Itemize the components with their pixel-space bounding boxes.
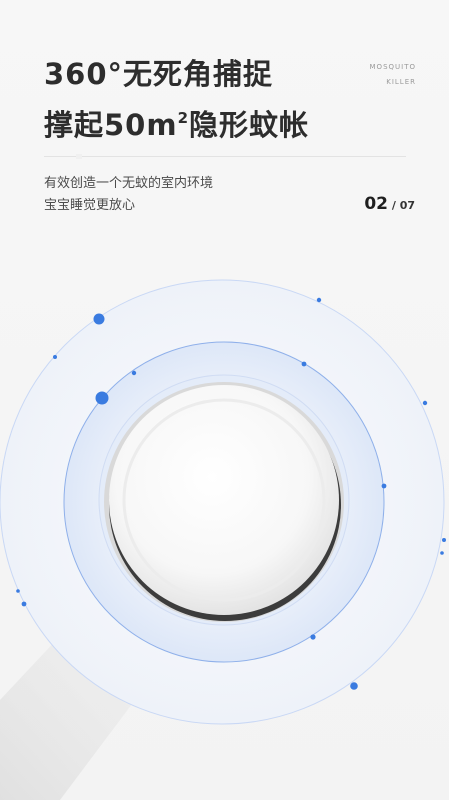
mosquito-dot (440, 551, 444, 555)
device-face (109, 385, 339, 615)
mosquito-dot (16, 589, 20, 593)
mosquito-dot (316, 297, 322, 303)
product-illustration (0, 279, 446, 800)
mosquito-dot (131, 370, 137, 376)
mosquito-dot (310, 634, 316, 640)
mosquito-dot (95, 391, 109, 405)
mosquito-dot (381, 483, 387, 489)
mosquito-dot (301, 361, 307, 367)
mosquito-dot (350, 682, 358, 690)
mosquito-dot (21, 601, 27, 607)
mosquito-dot (442, 538, 446, 542)
mosquito-dot (93, 313, 105, 325)
mosquito-dot (53, 355, 57, 359)
mosquito-dot (422, 400, 428, 406)
